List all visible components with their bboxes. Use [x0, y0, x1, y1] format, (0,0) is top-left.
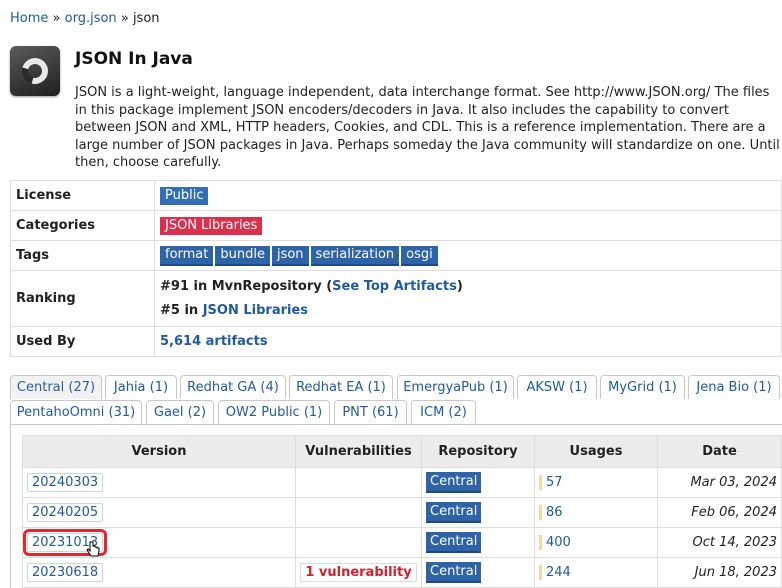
- json-libraries-link[interactable]: JSON Libraries: [203, 303, 308, 318]
- usages-link[interactable]: 400: [539, 535, 571, 550]
- tab-ow2-public[interactable]: OW2 Public (1): [218, 400, 330, 424]
- release-date: Oct 14, 2023: [657, 527, 782, 558]
- tab-jena-bio[interactable]: Jena Bio (1): [688, 375, 780, 399]
- tab-central[interactable]: Central (27): [10, 375, 102, 399]
- tag-osgi[interactable]: osgi: [401, 245, 438, 266]
- version-link[interactable]: 20240303: [27, 473, 104, 492]
- tag-bundle[interactable]: bundle: [215, 245, 270, 266]
- rank-overall: #91 in MvnRepository (See Top Artifacts): [160, 275, 776, 299]
- release-date: Jun 18, 2023: [657, 557, 782, 588]
- breadcrumb-home-link[interactable]: Home: [10, 11, 48, 26]
- repository-link[interactable]: Central: [426, 532, 482, 553]
- breadcrumb-group-link[interactable]: org.json: [65, 11, 117, 26]
- tab-redhat-ea[interactable]: Redhat EA (1): [289, 375, 393, 399]
- breadcrumb-separator: »: [52, 11, 61, 26]
- tab-aksw[interactable]: AKSW (1): [517, 375, 597, 399]
- tab-gael[interactable]: Gael (2): [146, 400, 214, 424]
- categories-row: Categories JSON Libraries: [10, 210, 782, 241]
- rank-category: #5 in JSON Libraries: [160, 299, 776, 323]
- tab-pentahoomni[interactable]: PentahoOmni (31): [10, 400, 142, 424]
- tab-mygrid[interactable]: MyGrid (1): [600, 375, 685, 399]
- version-link[interactable]: 20240205: [27, 503, 104, 522]
- usages-link[interactable]: 86: [539, 505, 563, 520]
- col-vulnerabilities: Vulnerabilities: [295, 435, 422, 468]
- table-row: 20240303 Central 57 Mar 03, 2024: [22, 467, 782, 498]
- usedby-link[interactable]: 5,614 artifacts: [160, 334, 268, 349]
- breadcrumb-separator: »: [120, 11, 129, 26]
- col-version: Version: [22, 435, 296, 468]
- breadcrumb: Home » org.json » json: [10, 11, 160, 26]
- tab-redhat-ga[interactable]: Redhat GA (4): [180, 375, 286, 399]
- versions-header-row: Version Vulnerabilities Repository Usage…: [22, 435, 782, 468]
- table-row: 20240205 Central 86 Feb 06, 2024: [22, 497, 782, 528]
- artifact-info-table: License Public Categories JSON Libraries…: [10, 180, 782, 357]
- vulnerability-cell: [295, 497, 422, 528]
- repository-link[interactable]: Central: [426, 472, 482, 493]
- rank-overall-suffix: ): [456, 278, 463, 294]
- table-row: 20231013 Central 400 Oct 14, 2023: [22, 527, 782, 558]
- tab-emergyapub[interactable]: EmergyaPub (1): [397, 375, 514, 399]
- vulnerability-cell: [295, 527, 422, 558]
- see-top-artifacts-link[interactable]: See Top Artifacts: [332, 279, 457, 294]
- usedby-row: Used By 5,614 artifacts: [10, 326, 782, 357]
- usages-link[interactable]: 57: [539, 475, 563, 490]
- license-badge[interactable]: Public: [160, 186, 209, 205]
- versions-table: Version Vulnerabilities Repository Usage…: [22, 435, 782, 588]
- table-row: 20230618 1 vulnerability Central 244 Jun…: [22, 557, 782, 588]
- repository-link[interactable]: Central: [426, 562, 482, 583]
- categories-label: Categories: [10, 210, 155, 241]
- tab-icm[interactable]: ICM (2): [411, 400, 476, 424]
- license-label: License: [10, 180, 155, 211]
- col-repository: Repository: [421, 435, 535, 468]
- license-row: License Public: [10, 180, 782, 211]
- tag-serialization[interactable]: serialization: [310, 245, 400, 266]
- artifact-description: JSON is a light-weight, language indepen…: [75, 85, 780, 170]
- tab-pnt[interactable]: PNT (61): [334, 400, 407, 424]
- json-logo-icon: [10, 46, 60, 96]
- tag-format[interactable]: format: [160, 245, 214, 266]
- release-date: Mar 03, 2024: [657, 467, 782, 498]
- ranking-row: Ranking #91 in MvnRepository (See Top Ar…: [10, 270, 782, 327]
- repository-link[interactable]: Central: [426, 502, 482, 523]
- release-date: Feb 06, 2024: [657, 497, 782, 528]
- tab-jahia[interactable]: Jahia (1): [105, 375, 177, 399]
- vulnerability-link[interactable]: 1 vulnerability: [300, 563, 417, 582]
- breadcrumb-current: json: [132, 11, 160, 26]
- ranking-label: Ranking: [10, 270, 155, 327]
- col-date: Date: [657, 435, 782, 468]
- tags-row: Tags format bundle json serialization osgi: [10, 240, 782, 271]
- tag-json[interactable]: json: [271, 245, 309, 266]
- page-title: JSON In Java: [75, 49, 193, 69]
- tags-label: Tags: [10, 240, 155, 271]
- usedby-label: Used By: [10, 326, 155, 357]
- rank-category-text: #5 in: [160, 302, 203, 318]
- rank-overall-text: #91 in MvnRepository (: [160, 278, 333, 294]
- category-badge[interactable]: JSON Libraries: [160, 216, 263, 235]
- usages-link[interactable]: 244: [539, 565, 571, 580]
- version-link[interactable]: 20230618: [27, 563, 104, 582]
- hand-cursor-icon: [86, 541, 100, 557]
- col-usages: Usages: [534, 435, 658, 468]
- vulnerability-cell: [295, 467, 422, 498]
